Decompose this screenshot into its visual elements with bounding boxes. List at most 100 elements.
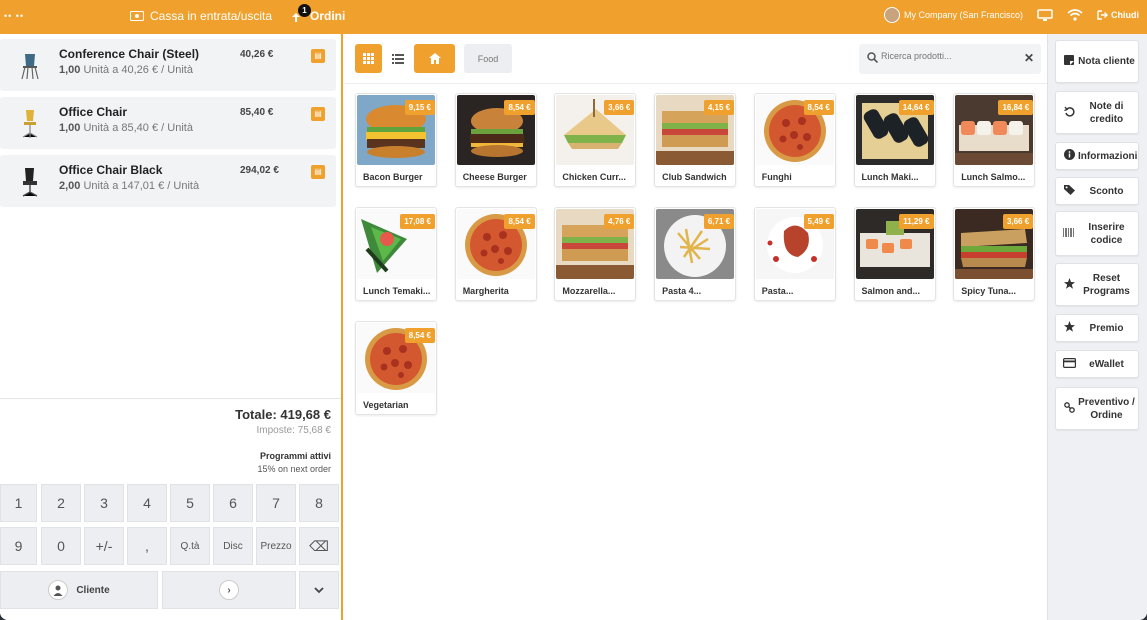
list-view-button[interactable]	[384, 44, 411, 73]
product-card[interactable]: 9,15 € Bacon Burger	[355, 93, 437, 187]
product-card[interactable]: 3,66 € Chicken Curr...	[554, 93, 637, 187]
numpad-key[interactable]: 4	[127, 484, 167, 522]
order-taxes: Imposte: 75,68 €	[256, 425, 332, 436]
product-card[interactable]: 8,54 € Cheese Burger	[454, 93, 537, 187]
action-reset-programs-button[interactable]: Reset Programs	[1055, 263, 1139, 306]
backspace-key[interactable]: ⌫	[299, 527, 339, 565]
numpad-key[interactable]: 5	[170, 484, 210, 522]
product-name: Funghi	[761, 172, 792, 182]
clear-search-icon[interactable]: ✕	[1024, 51, 1034, 65]
category-food-button[interactable]: Food	[464, 44, 512, 73]
customer-button[interactable]: Cliente	[0, 571, 158, 609]
product-price-tag: 8,54 €	[504, 214, 535, 229]
line-price: 40,26 €	[240, 49, 274, 60]
numpad-key[interactable]: 8	[299, 484, 339, 522]
office-chair-image	[12, 107, 48, 141]
avatar	[883, 7, 900, 23]
product-card[interactable]: 14,64 € Lunch Maki...	[853, 93, 936, 187]
order-summary: Totale: 419,68 € Imposte: 75,68 € Progra…	[0, 398, 341, 474]
action-label: Inserire codice	[1088, 221, 1125, 246]
product-price-tag: 14,64 €	[898, 100, 934, 115]
more-actions-button[interactable]	[299, 571, 339, 609]
link-icon	[1056, 401, 1078, 416]
numpad-key[interactable]: 9	[0, 527, 37, 565]
product-name: Lunch Maki...	[861, 172, 919, 182]
decimal-key[interactable]: ,	[127, 527, 167, 565]
action-inserire-codice-button[interactable]: Inserire codice	[1055, 211, 1139, 256]
numpad-key[interactable]: 7	[256, 484, 296, 522]
product-search[interactable]: ✕	[859, 44, 1041, 74]
line-unit-text: Unità a 40,26 € / Unità	[83, 64, 193, 76]
product-card[interactable]: 8,54 € Margherita	[454, 207, 537, 301]
order-line[interactable]: Office Chair Black 2,00 Unità a 147,01 €…	[0, 155, 336, 207]
user-icon	[48, 580, 69, 600]
orders-count-badge: 1	[298, 4, 311, 17]
numpad-key[interactable]: 6	[213, 484, 253, 522]
orders-label: Ordini	[310, 9, 346, 23]
product-card[interactable]: 5,49 € Pasta...	[753, 207, 836, 301]
product-card[interactable]: 6,71 € Pasta 4...	[654, 207, 737, 301]
chevron-right-icon: ›	[219, 580, 239, 600]
product-name: Spicy Tuna...	[961, 286, 1017, 296]
cash-in-out-button[interactable]: Cassa in entrata/uscita	[130, 9, 272, 23]
action-ewallet-button[interactable]: eWallet	[1055, 350, 1139, 378]
discount-mode-key[interactable]: Disc	[213, 527, 253, 565]
numpad-key[interactable]: 1	[0, 484, 37, 522]
office-chair-black-image	[12, 165, 48, 199]
home-category-button[interactable]	[414, 44, 455, 73]
quantity-mode-key[interactable]: Q.tà	[170, 527, 210, 565]
pos-app: •• •• Cassa in entrata/uscita 1 Ordini M…	[0, 0, 1147, 620]
company-selector[interactable]: My Company (San Francisco)	[883, 7, 1023, 23]
product-card[interactable]: 4,15 € Club Sandwich	[654, 93, 737, 187]
info-icon	[1056, 149, 1078, 163]
order-line[interactable]: Office Chair 1,00 Unità a 85,40 € / Unit…	[0, 97, 336, 149]
logout-icon	[1097, 10, 1108, 20]
control-buttons-panel: Nota cliente Note di credito Informazioni S…	[1047, 34, 1147, 620]
line-qty: 2,00	[59, 180, 81, 192]
action-preventivo-ordine-button[interactable]: Preventivo / Ordine	[1055, 387, 1139, 430]
numpad-key[interactable]: 3	[84, 484, 124, 522]
product-screen: Food ✕ 9,15 € Bacon Burger 8,54 € Cheese Bu…	[345, 34, 1047, 620]
action-sconto-button[interactable]: Sconto	[1055, 177, 1139, 205]
numpad-key[interactable]: 0	[41, 527, 81, 565]
order-panel: Conference Chair (Steel) 1,00 Unità a 40…	[0, 34, 343, 620]
orders-button[interactable]: 1 Ordini	[290, 4, 346, 23]
orders-icon: 1	[290, 4, 311, 22]
product-price-tag: 8,54 €	[404, 328, 435, 343]
action-label: Premio	[1089, 322, 1124, 334]
action-informazioni-button[interactable]: Informazioni	[1055, 142, 1139, 170]
product-card[interactable]: 4,76 € Mozzarella...	[554, 207, 637, 301]
close-session-button[interactable]: Chiudi	[1097, 10, 1139, 20]
action-premio-button[interactable]: Premio	[1055, 314, 1139, 342]
action-label: Note di credito	[1089, 100, 1124, 125]
pricelist-tag-icon[interactable]: ▤	[311, 107, 325, 121]
product-card[interactable]: 16,84 € Lunch Salmo...	[953, 93, 1036, 187]
menu-icon[interactable]: •• ••	[4, 11, 24, 21]
product-card[interactable]: 11,29 € Salmon and...	[853, 207, 936, 301]
action-nota-cliente-button[interactable]: Nota cliente	[1055, 40, 1139, 83]
monitor-icon[interactable]	[1037, 8, 1053, 22]
order-line[interactable]: Conference Chair (Steel) 1,00 Unità a 40…	[0, 39, 336, 91]
product-card[interactable]: 8,54 € Funghi	[753, 93, 836, 187]
action-note-di-credito-button[interactable]: Note di credito	[1055, 91, 1139, 134]
pricelist-tag-icon[interactable]: ▤	[311, 49, 325, 63]
numpad-key[interactable]: 2	[41, 484, 81, 522]
product-card[interactable]: 8,54 € Vegetarian	[355, 321, 437, 415]
search-input[interactable]	[881, 51, 1021, 61]
top-bar-right: My Company (San Francisco) Chiudi	[883, 7, 1139, 23]
product-price-tag: 6,71 €	[703, 214, 735, 229]
plus-minus-key[interactable]: +/-	[84, 527, 124, 565]
product-card[interactable]: 3,66 € Spicy Tuna...	[953, 207, 1036, 301]
grid-view-button[interactable]	[355, 44, 382, 73]
price-mode-key[interactable]: Prezzo	[256, 527, 296, 565]
pricelist-tag-icon[interactable]: ▤	[311, 165, 325, 179]
payment-button[interactable]: ›	[162, 571, 296, 609]
line-unit-text: Unità a 85,40 € / Unità	[83, 122, 193, 134]
product-card[interactable]: 17,08 € Lunch Temaki...	[355, 207, 437, 301]
note-icon	[1056, 55, 1078, 68]
wifi-icon[interactable]	[1067, 9, 1083, 21]
product-price-tag: 11,29 €	[899, 214, 934, 229]
chevron-down-icon	[314, 586, 324, 593]
cash-label: Cassa in entrata/uscita	[150, 9, 273, 23]
divider	[345, 83, 1047, 84]
